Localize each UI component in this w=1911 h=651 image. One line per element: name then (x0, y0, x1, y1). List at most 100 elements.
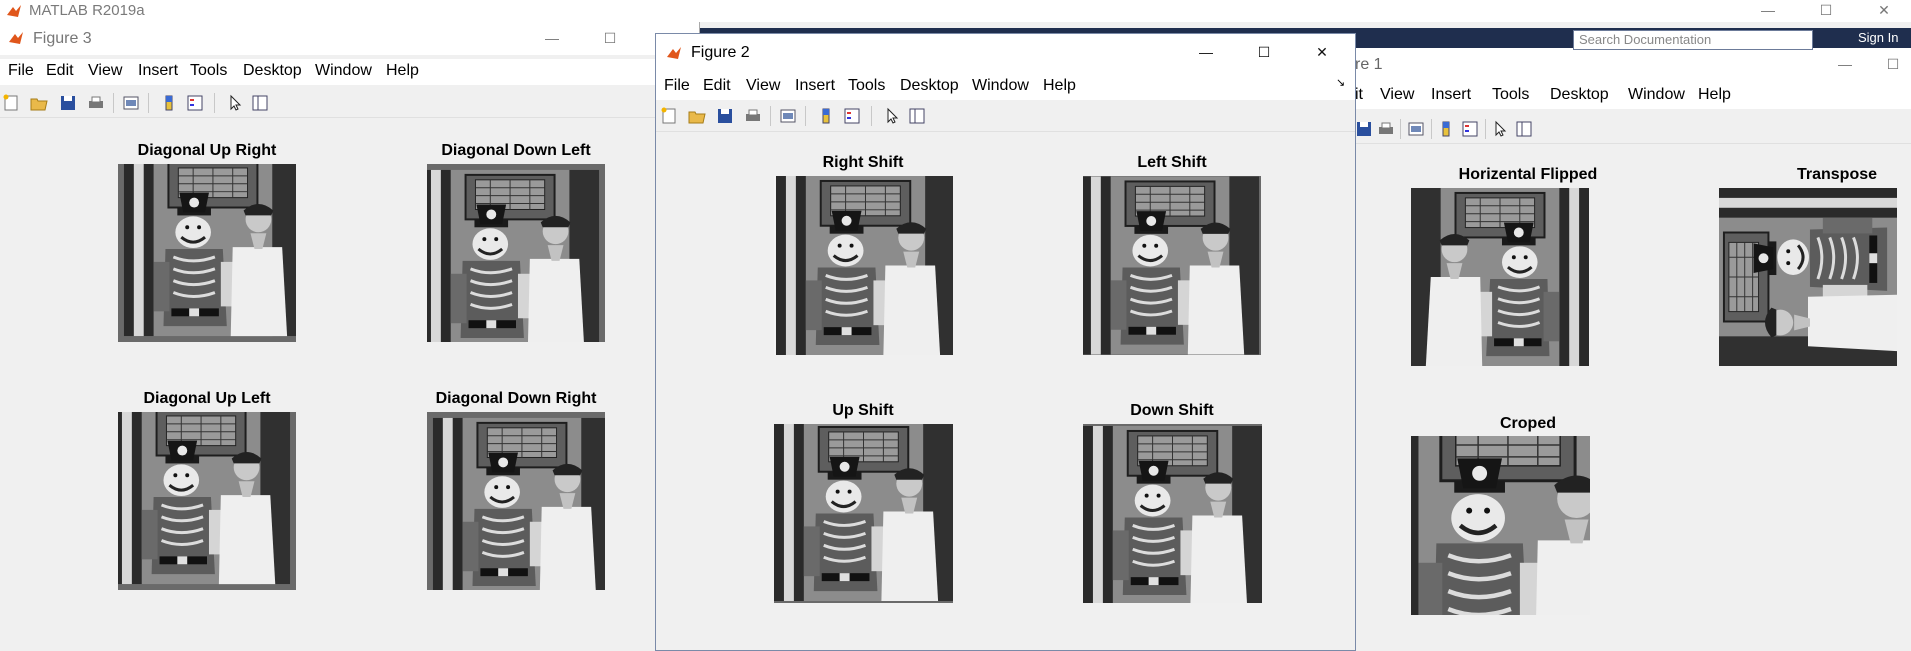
matlab-minimize-icon[interactable]: — (1748, 0, 1788, 22)
sign-in-link[interactable]: Sign In (1858, 30, 1898, 45)
toolbar-separator (1431, 119, 1432, 139)
figure-1-menubar: it View Insert Tools Desktop Window Help (1355, 83, 1911, 109)
open-icon[interactable] (30, 94, 48, 112)
save-icon[interactable] (716, 107, 734, 125)
menu-window[interactable]: Window (972, 77, 1029, 95)
figure-3-titlebar[interactable]: Figure 3 — ☐ (0, 22, 699, 55)
menu-edit[interactable]: Edit (703, 77, 731, 95)
close-icon[interactable]: ✕ (1302, 42, 1342, 64)
image-croped (1411, 436, 1590, 615)
toolbar-separator (113, 93, 114, 113)
minimize-icon[interactable]: — (532, 28, 572, 50)
pointer-icon[interactable] (1491, 120, 1509, 138)
photo-soldier-statue (774, 176, 953, 355)
plot-title-diagonal-up-right: Diagonal Up Right (137, 142, 277, 159)
figure-2-toolbar (656, 100, 1355, 132)
menu-desktop[interactable]: Desktop (900, 77, 959, 95)
colorbar-icon[interactable] (1437, 120, 1455, 138)
toolbar-separator (1400, 119, 1401, 139)
maximize-icon[interactable]: ☐ (590, 28, 630, 50)
save-icon[interactable] (59, 94, 77, 112)
photo-soldier-statue (122, 164, 296, 338)
save-icon[interactable] (1355, 120, 1373, 138)
open-icon[interactable] (688, 107, 706, 125)
photo-soldier-statue (1083, 424, 1262, 603)
legend-icon[interactable] (843, 107, 861, 125)
matlab-maximize-icon[interactable]: ☐ (1806, 0, 1846, 22)
minimize-icon[interactable]: — (1825, 54, 1865, 76)
colorbar-icon[interactable] (160, 94, 178, 112)
menu-window[interactable]: Window (315, 62, 372, 80)
menu-insert[interactable]: Insert (1431, 86, 1471, 104)
figure-2-titlebar[interactable]: Figure 2 — ☐ ✕ (656, 34, 1355, 72)
menu-insert[interactable]: Insert (138, 62, 178, 80)
figure-2-window[interactable]: Figure 2 — ☐ ✕ File Edit View Insert Too… (655, 33, 1356, 651)
plot-title-transpose: Transpose (1796, 166, 1878, 183)
image-left-shift (1083, 176, 1261, 355)
new-figure-icon[interactable] (660, 107, 678, 125)
menu-desktop[interactable]: Desktop (243, 62, 302, 80)
matlab-window-title: MATLAB R2019a (29, 2, 145, 19)
menu-view[interactable]: View (746, 77, 780, 95)
legend-icon[interactable] (1461, 120, 1479, 138)
plot-title-down-shift: Down Shift (1130, 402, 1214, 419)
photo-soldier-statue (774, 424, 953, 603)
property-editor-icon[interactable] (908, 107, 926, 125)
menu-file[interactable]: File (664, 77, 690, 95)
print-icon[interactable] (87, 94, 105, 112)
menu-tools[interactable]: Tools (190, 62, 227, 80)
figure-1-titlebar[interactable]: re 1 — ☐ (1355, 48, 1911, 83)
property-editor-icon[interactable] (1515, 120, 1533, 138)
matlab-logo-icon (667, 47, 681, 59)
plot-title-diagonal-down-right: Diagonal Down Right (435, 390, 597, 407)
photo-soldier-statue (427, 168, 601, 342)
pointer-icon[interactable] (883, 107, 901, 125)
menu-help[interactable]: Help (1698, 86, 1731, 104)
toolbar-separator (148, 93, 149, 113)
plot-title-right-shift: Right Shift (822, 154, 904, 171)
maximize-icon[interactable]: ☐ (1244, 42, 1284, 64)
search-documentation-input[interactable]: Search Documentation (1573, 30, 1813, 50)
menu-insert[interactable]: Insert (795, 77, 835, 95)
legend-icon[interactable] (186, 94, 204, 112)
matlab-logo-icon (9, 32, 23, 44)
link-plot-icon[interactable] (122, 94, 140, 112)
dock-arrow-icon[interactable]: ↘ (1336, 76, 1345, 89)
menu-help[interactable]: Help (1043, 77, 1076, 95)
menu-view[interactable]: View (88, 62, 122, 80)
menu-edit[interactable]: it (1355, 86, 1363, 104)
photo-soldier-statue (431, 416, 605, 590)
maximize-icon[interactable]: ☐ (1873, 54, 1911, 76)
image-horizental-flipped (1411, 188, 1589, 366)
menu-help[interactable]: Help (386, 62, 419, 80)
menu-tools[interactable]: Tools (1492, 86, 1529, 104)
plot-title-up-shift: Up Shift (832, 402, 894, 419)
new-figure-icon[interactable] (2, 94, 20, 112)
minimize-icon[interactable]: — (1186, 42, 1226, 64)
figure-3-window[interactable]: Figure 3 — ☐ File Edit View Insert Tools… (0, 22, 700, 651)
colorbar-icon[interactable] (817, 107, 835, 125)
menu-file[interactable]: File (8, 62, 34, 80)
print-icon[interactable] (1377, 120, 1395, 138)
print-icon[interactable] (744, 107, 762, 125)
link-plot-icon[interactable] (1407, 120, 1425, 138)
property-editor-icon[interactable] (251, 94, 269, 112)
figure-3-menubar: File Edit View Insert Tools Desktop Wind… (0, 59, 699, 85)
photo-soldier-statue (1719, 188, 1897, 366)
menu-window[interactable]: Window (1628, 86, 1685, 104)
menu-edit[interactable]: Edit (46, 62, 74, 80)
plot-title-diagonal-up-left: Diagonal Up Left (143, 390, 271, 407)
menu-tools[interactable]: Tools (848, 77, 885, 95)
photo-soldier-statue (1411, 436, 1590, 615)
photo-soldier-statue (1411, 188, 1589, 366)
toolbar-separator (770, 106, 771, 126)
figure-1-window[interactable]: re 1 — ☐ it View Insert Tools Desktop Wi… (1355, 48, 1911, 651)
matlab-close-icon[interactable]: ✕ (1864, 0, 1904, 22)
toolbar-separator (805, 106, 806, 126)
pointer-icon[interactable] (226, 94, 244, 112)
toolbar-separator (1485, 119, 1486, 139)
menu-desktop[interactable]: Desktop (1550, 86, 1609, 104)
link-plot-icon[interactable] (779, 107, 797, 125)
matlab-main-titlebar: MATLAB R2019a — ☐ ✕ (0, 0, 1911, 22)
menu-view[interactable]: View (1380, 86, 1414, 104)
